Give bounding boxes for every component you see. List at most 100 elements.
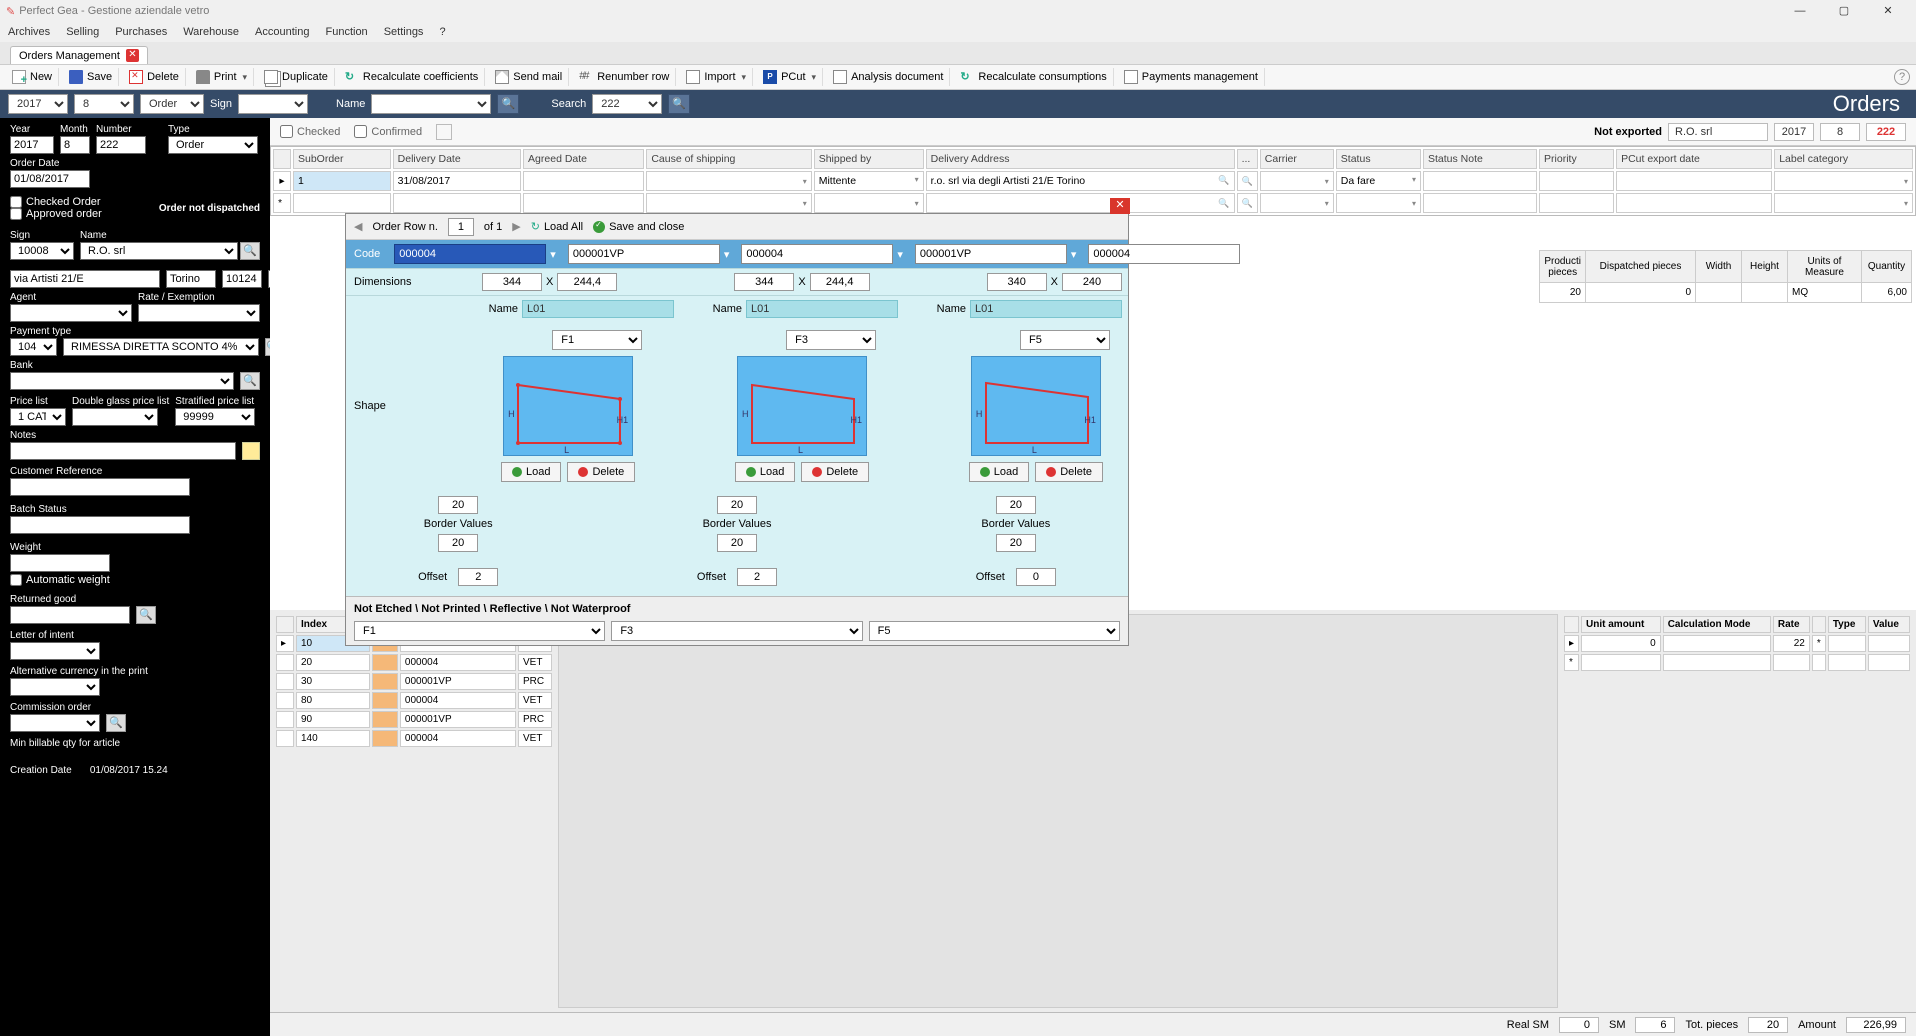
payments-button[interactable]: Payments management xyxy=(1118,68,1265,86)
border-top-2[interactable] xyxy=(717,496,757,514)
print-button[interactable]: Print xyxy=(190,68,254,86)
name-input-0[interactable] xyxy=(522,300,674,318)
rate-exemption-select[interactable] xyxy=(138,304,260,322)
loi-select[interactable] xyxy=(10,642,100,660)
paytype-name-select[interactable]: RIMESSA DIRETTA SCONTO 4% xyxy=(63,338,259,356)
offset-2[interactable] xyxy=(737,568,777,586)
tab-orders-management[interactable]: Orders Management ✕ xyxy=(10,46,148,64)
shape-load-4[interactable]: Load xyxy=(969,462,1029,482)
footer-tab-1[interactable]: F3 xyxy=(611,621,862,641)
shape-load-0[interactable]: Load xyxy=(501,462,561,482)
agent-select[interactable] xyxy=(10,304,132,322)
footer-tab-0[interactable]: F1 xyxy=(354,621,605,641)
year-input[interactable] xyxy=(10,136,54,154)
shape-load-2[interactable]: Load xyxy=(735,462,795,482)
autoweight-cb[interactable] xyxy=(10,574,22,586)
confirmed-cb[interactable] xyxy=(354,125,367,138)
city-input[interactable] xyxy=(166,270,216,288)
filter-year[interactable]: 2017 xyxy=(8,94,68,114)
notes-input[interactable] xyxy=(10,442,236,460)
offset-0[interactable] xyxy=(458,568,498,586)
modal-saveclose-button[interactable]: Save and close xyxy=(593,221,684,233)
number-input[interactable] xyxy=(96,136,146,154)
address-input[interactable] xyxy=(10,270,160,288)
code-input-1[interactable] xyxy=(568,244,720,264)
pricelist-select[interactable]: 1 CAT xyxy=(10,408,66,426)
sign-select[interactable]: 10008 xyxy=(10,242,74,260)
bank-select[interactable] xyxy=(10,372,234,390)
calendar-icon[interactable] xyxy=(436,124,452,140)
custref-input[interactable] xyxy=(10,478,190,496)
code-input-4[interactable] xyxy=(1088,244,1240,264)
shape-delete-4[interactable]: Delete xyxy=(1035,462,1103,482)
zip-input[interactable] xyxy=(222,270,262,288)
filter-search-button[interactable]: 🔍 xyxy=(668,94,690,114)
menu-warehouse[interactable]: Warehouse xyxy=(183,26,239,38)
type-select[interactable]: Order xyxy=(168,136,258,154)
window-close[interactable]: ✕ xyxy=(1866,0,1910,22)
offset-4[interactable] xyxy=(1016,568,1056,586)
returned-search-icon[interactable]: 🔍 xyxy=(136,606,156,624)
filter-name[interactable] xyxy=(371,94,491,114)
border-bot-4[interactable] xyxy=(996,534,1036,552)
filter-search[interactable]: 222 xyxy=(592,94,662,114)
help-icon[interactable]: ? xyxy=(1894,69,1910,85)
code-input-2[interactable] xyxy=(741,244,893,264)
shape-select-4[interactable]: F5 xyxy=(1020,330,1110,350)
filter-sign[interactable] xyxy=(238,94,308,114)
altcur-select[interactable] xyxy=(10,678,100,696)
dim-h-0[interactable] xyxy=(557,273,617,291)
name-input-2[interactable] xyxy=(746,300,898,318)
dblglass-select[interactable] xyxy=(72,408,158,426)
filter-type[interactable]: Order xyxy=(140,94,204,114)
notes-button[interactable] xyxy=(242,442,260,460)
approved-order-cb[interactable] xyxy=(10,208,22,220)
modal-nav-current[interactable] xyxy=(448,218,474,236)
duplicate-button[interactable]: Duplicate xyxy=(258,68,335,86)
footer-tab-2[interactable]: F5 xyxy=(869,621,1120,641)
analysis-button[interactable]: Analysis document xyxy=(827,68,950,86)
modal-nav-prev[interactable]: ◀ xyxy=(354,220,362,233)
custname-search-icon[interactable]: 🔍 xyxy=(240,242,260,260)
commord-select[interactable] xyxy=(10,714,100,732)
renumber-button[interactable]: ##Renumber row xyxy=(573,68,676,86)
batch-input[interactable] xyxy=(10,516,190,534)
modal-nav-next[interactable]: ▶ xyxy=(512,220,520,233)
checked-order-cb[interactable] xyxy=(10,196,22,208)
recalc-cons-button[interactable]: ↻Recalculate consumptions xyxy=(954,68,1113,86)
dim-h-4[interactable] xyxy=(1062,273,1122,291)
window-maximize[interactable]: ▢ xyxy=(1822,0,1866,22)
custname-select[interactable]: R.O. srl xyxy=(80,242,238,260)
border-bot-0[interactable] xyxy=(438,534,478,552)
menu-help[interactable]: ? xyxy=(439,26,445,38)
import-button[interactable]: Import xyxy=(680,68,753,86)
shape-delete-0[interactable]: Delete xyxy=(567,462,635,482)
menu-archives[interactable]: Archives xyxy=(8,26,50,38)
menu-purchases[interactable]: Purchases xyxy=(115,26,167,38)
dim-w-0[interactable] xyxy=(482,273,542,291)
name-input-4[interactable] xyxy=(970,300,1122,318)
pcut-button[interactable]: PPCut xyxy=(757,68,823,86)
returned-input[interactable] xyxy=(10,606,130,624)
delete-button[interactable]: Delete xyxy=(123,68,186,86)
tab-close-icon[interactable]: ✕ xyxy=(126,49,139,62)
modal-close-button[interactable]: ✕ xyxy=(1110,198,1130,214)
dim-w-4[interactable] xyxy=(987,273,1047,291)
menu-accounting[interactable]: Accounting xyxy=(255,26,309,38)
save-button[interactable]: Save xyxy=(63,68,119,86)
filter-name-search-button[interactable]: 🔍 xyxy=(497,94,519,114)
orderdate-input[interactable] xyxy=(10,170,90,188)
border-top-4[interactable] xyxy=(996,496,1036,514)
menu-selling[interactable]: Selling xyxy=(66,26,99,38)
recalc-coeff-button[interactable]: ↻Recalculate coefficients xyxy=(339,68,485,86)
modal-loadall-button[interactable]: ↻Load All xyxy=(531,220,583,233)
code-input-0[interactable] xyxy=(394,244,546,264)
weight-input[interactable] xyxy=(10,554,110,572)
strat-select[interactable]: 99999 xyxy=(175,408,255,426)
checked-cb[interactable] xyxy=(280,125,293,138)
border-top-0[interactable] xyxy=(438,496,478,514)
shape-delete-2[interactable]: Delete xyxy=(801,462,869,482)
code-input-3[interactable] xyxy=(915,244,1067,264)
filter-month[interactable]: 8 xyxy=(74,94,134,114)
menu-function[interactable]: Function xyxy=(325,26,367,38)
